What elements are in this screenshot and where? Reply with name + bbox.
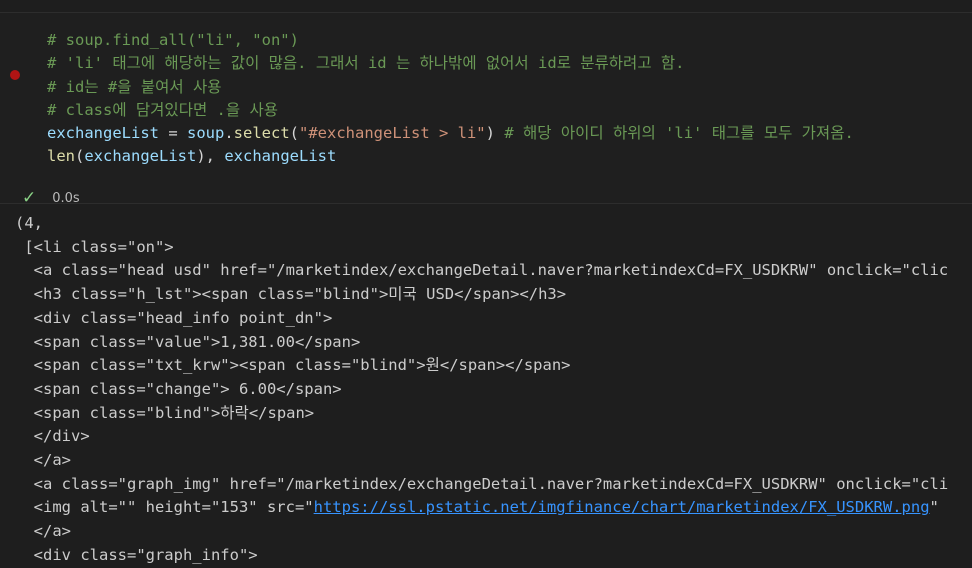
code-line: exchangeList = soup.select("#exchangeLis… [47,122,854,145]
output-line: <div class="graph_info"> [15,544,948,568]
output-line: [<li class="on"> [15,236,948,260]
code-token: [<li class="on"> [15,237,174,256]
output-line: <span class="value">1,381.00</span> [15,331,948,355]
code-token: ( [75,147,85,166]
code-token: </a> [15,522,71,541]
code-token: <h3 class="h_lst"><span class="blind">미국… [15,285,567,304]
output-line: (4, [15,212,948,236]
code-token: ) [485,124,505,143]
code-token: exchangeList [47,124,159,143]
code-token: . [224,124,234,143]
code-token: <div class="head_info point_dn"> [15,308,333,327]
code-token: "#exchangeList > li" [299,124,486,143]
code-token: </a> [15,451,71,470]
code-line: # soup.find_all("li", "on") [47,29,854,52]
code-token: ), [196,147,225,166]
code-token: <span class="txt_krw"><span class="blind… [15,356,571,375]
code-token: select [233,124,290,143]
code-editor[interactable]: # soup.find_all("li", "on") # 'li' 태그에 해당… [47,29,854,169]
code-token: <span class="blind">하락</span> [15,403,315,422]
code-token: # 'li' 태그에 해당하는 값이 많음. 그래서 id 는 하나밖에 없어서… [47,54,685,73]
output-line: <span class="change"> 6.00</span> [15,378,948,402]
code-token: </div> [15,427,90,446]
code-token: soup [186,124,225,143]
code-cell[interactable]: # soup.find_all("li", "on") # 'li' 태그에 해당… [0,12,972,208]
cell-output: (4, [<li class="on"> <a class="head usd"… [15,212,948,568]
code-token: len [47,147,75,166]
output-line: <a class="graph_img" href="/marketindex/… [15,473,949,497]
output-link[interactable]: https://ssl.pstatic.net/imgfinance/chart… [314,498,930,516]
output-line: <img alt="" height="153" src="https://ss… [15,496,948,520]
code-token: (4, [15,214,43,232]
breakpoint-icon[interactable] [10,70,20,80]
code-line: len(exchangeList), exchangeList [47,145,854,168]
output-line: <h3 class="h_lst"><span class="blind">미국… [15,283,948,307]
execution-time: 0.0s [52,190,80,206]
code-line: # class에 담겨있다면 .을 사용 [47,99,854,122]
output-line: <a class="head usd" href="/marketindex/e… [15,259,949,283]
code-token: " [929,498,939,517]
code-line: # id는 #을 붙여서 사용 [47,76,854,99]
code-token: <span class="change"> 6.00</span> [15,379,342,398]
output-line: </a> [15,520,948,544]
output-line: <span class="blind">하락</span> [15,402,948,426]
code-token: ( [289,124,299,143]
code-token: <span class="value">1,381.00</span> [15,332,361,351]
code-token: <img alt="" height="153" src=" [15,498,314,517]
output-line: <div class="head_info point_dn"> [15,307,948,331]
check-icon: ✓ [22,188,37,208]
code-token: <a class="graph_img" href="/marketindex/… [15,474,949,493]
code-token: # 해당 아이디 하위의 'li' 태그를 모두 가져옴. [504,124,854,143]
code-token: # id는 #을 붙여서 사용 [47,77,222,96]
code-token: <div class="graph_info"> [15,545,258,564]
code-token: # class에 담겨있다면 .을 사용 [47,100,278,119]
output-line: <span class="txt_krw"><span class="blind… [15,354,948,378]
code-token: exchangeList [84,147,197,166]
output-line: </a> [15,449,948,473]
output-line: </div> [15,425,948,449]
code-token: # soup.find_all("li", "on") [47,31,299,49]
code-line: # 'li' 태그에 해당하는 값이 많음. 그래서 id 는 하나밖에 없어서… [47,52,854,75]
code-token: = [158,124,187,143]
execution-status: ✓ 0.0s [22,188,80,208]
code-token: <a class="head usd" href="/marketindex/e… [15,261,949,280]
code-token: exchangeList [224,147,337,166]
